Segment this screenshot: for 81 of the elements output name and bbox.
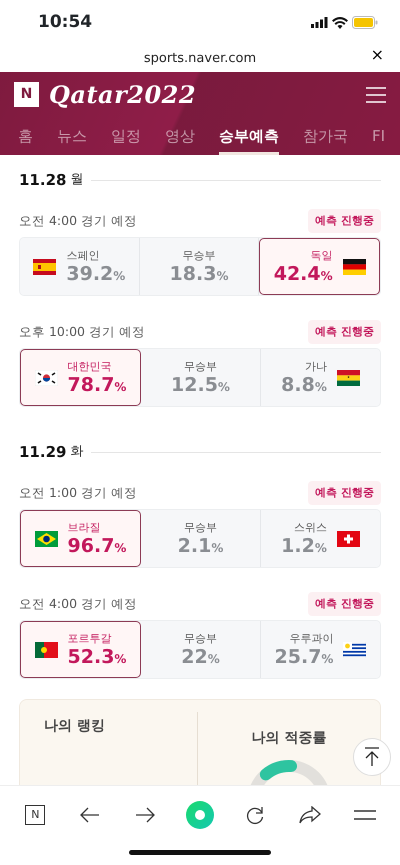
match-time: 오전 4:00 경기 예정: [19, 212, 137, 230]
team-name: 스페인: [66, 248, 100, 264]
date-heading: 11.28: [19, 170, 66, 191]
team-name: 무승부: [184, 630, 217, 647]
nav-tab[interactable]: 승부예측: [219, 117, 279, 155]
menu-icon: [354, 810, 376, 820]
nav-tab[interactable]: 뉴스: [57, 117, 87, 155]
refresh-icon: [244, 805, 265, 825]
percentage: 12.5%: [171, 375, 230, 396]
team-option[interactable]: 독일 42.4%: [259, 238, 380, 295]
match-time: 오전 1:00 경기 예정: [19, 484, 137, 502]
percentage: 39.2%: [66, 264, 126, 286]
team-name: 스위스: [294, 520, 327, 536]
team-option[interactable]: 브라질 96.7%: [20, 510, 141, 567]
draw-option[interactable]: 무승부 2.1%: [141, 510, 261, 567]
back-arrow-icon: [80, 807, 100, 823]
flag-icon: [33, 258, 56, 274]
share-icon: [298, 806, 321, 824]
team-name: 가나: [304, 358, 327, 375]
forward-arrow-icon: [135, 807, 156, 823]
team-option[interactable]: 가나 8.8%: [261, 349, 380, 406]
weekday: 화: [70, 443, 84, 462]
flag-icon: [34, 530, 58, 546]
team-name: 무승부: [184, 358, 217, 375]
team-option[interactable]: 대한민국 78.7%: [20, 349, 141, 406]
accuracy-label: 나의 적중률: [252, 729, 326, 748]
draw-option[interactable]: 무승부 12.5%: [141, 349, 261, 406]
clock: 10:54: [38, 10, 92, 34]
percentage: 8.8%: [281, 375, 327, 396]
team-name: 대한민국: [68, 358, 112, 375]
draw-option[interactable]: 무승부 22%: [141, 621, 261, 678]
url-text[interactable]: sports.naver.com: [144, 48, 256, 68]
percentage: 22%: [181, 647, 220, 668]
team-option[interactable]: 우루과이 25.7%: [261, 621, 380, 678]
status-badge: 예측 진행중: [308, 592, 381, 616]
nav-tab[interactable]: 홈: [18, 117, 33, 155]
logo-title[interactable]: Qatar2022: [49, 76, 196, 112]
signal-icon: [311, 17, 328, 28]
percentage: 78.7%: [68, 375, 126, 396]
ranking-label: 나의 랭킹: [44, 717, 105, 736]
nav-tab[interactable]: 영상: [165, 117, 195, 155]
logo-mark[interactable]: N: [14, 82, 39, 107]
percentage: 1.2%: [281, 536, 327, 558]
nav-tab[interactable]: FI: [372, 117, 386, 155]
status-badge: 예측 진행중: [308, 208, 381, 234]
status-badge: 예측 진행중: [308, 480, 381, 506]
percentage: 2.1%: [178, 536, 224, 558]
team-name: 포르투갈: [68, 630, 112, 647]
flag-icon: [34, 642, 58, 658]
nav-tab[interactable]: 참가국: [303, 117, 348, 155]
team-name: 우루과이: [289, 630, 334, 647]
flag-icon: [336, 530, 360, 546]
team-name: 무승부: [184, 520, 217, 536]
battery-icon: [352, 16, 378, 29]
home-button[interactable]: N: [8, 790, 63, 840]
team-name: 무승부: [182, 248, 216, 264]
flag-icon: [342, 258, 366, 274]
weekday: 월: [70, 171, 84, 190]
match-time: 오전 4:00 경기 예정: [19, 594, 137, 613]
percentage: 25.7%: [274, 647, 334, 668]
arrow-up-icon: [364, 747, 380, 767]
team-option[interactable]: 포르투갈 52.3%: [20, 621, 141, 678]
flag-icon: [34, 370, 58, 386]
percentage: 52.3%: [68, 647, 126, 668]
date-heading: 11.29: [19, 442, 66, 463]
team-option[interactable]: 스위스 1.2%: [261, 510, 380, 567]
flag-icon: [343, 642, 366, 658]
flag-icon: [336, 370, 360, 386]
ring-icon: [186, 801, 214, 829]
close-button[interactable]: ×: [370, 47, 384, 63]
menu-icon[interactable]: [366, 86, 386, 102]
nav-tab[interactable]: 일정: [111, 117, 141, 155]
status-badge: 예측 진행중: [308, 320, 381, 344]
team-option[interactable]: 스페인 39.2%: [20, 238, 140, 295]
team-name: 브라질: [68, 520, 101, 536]
match-time: 오후 10:00 경기 예정: [19, 322, 145, 341]
percentage: 96.7%: [68, 536, 126, 558]
percentage: 18.3%: [170, 264, 228, 286]
wifi-icon: [332, 16, 348, 28]
percentage: 42.4%: [274, 264, 333, 286]
team-name: 독일: [310, 248, 333, 264]
